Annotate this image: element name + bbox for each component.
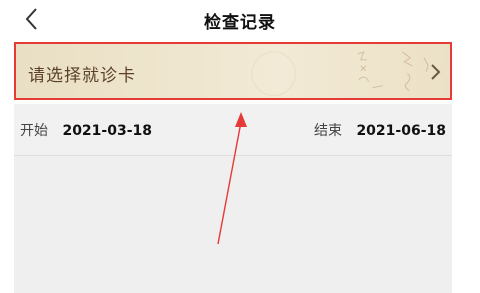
card-select-label: 请选择就诊卡 <box>28 66 136 86</box>
end-date-value: 2021-06-18 <box>356 123 446 139</box>
top-bar: 检查记录 <box>0 0 480 40</box>
end-date-picker[interactable]: 结束 2021-06-18 <box>314 120 446 140</box>
start-date-label: 开始 <box>20 123 48 139</box>
records-list-area <box>14 156 452 293</box>
date-range-row: 开始 2021-03-18 结束 2021-06-18 <box>14 104 452 156</box>
medical-card-selector[interactable]: 请选择就诊卡 <box>14 42 452 100</box>
end-date-label: 结束 <box>313 123 342 139</box>
start-date-picker[interactable]: 开始 2021-03-18 <box>20 120 152 140</box>
start-date-value: 2021-03-18 <box>62 123 153 139</box>
page-title: 检查记录 <box>204 13 276 33</box>
chevron-right-icon <box>431 64 441 80</box>
screen: 检查记录 请选择就诊卡 开始 2021-03-18 结束 2021-06-18 <box>0 0 480 293</box>
